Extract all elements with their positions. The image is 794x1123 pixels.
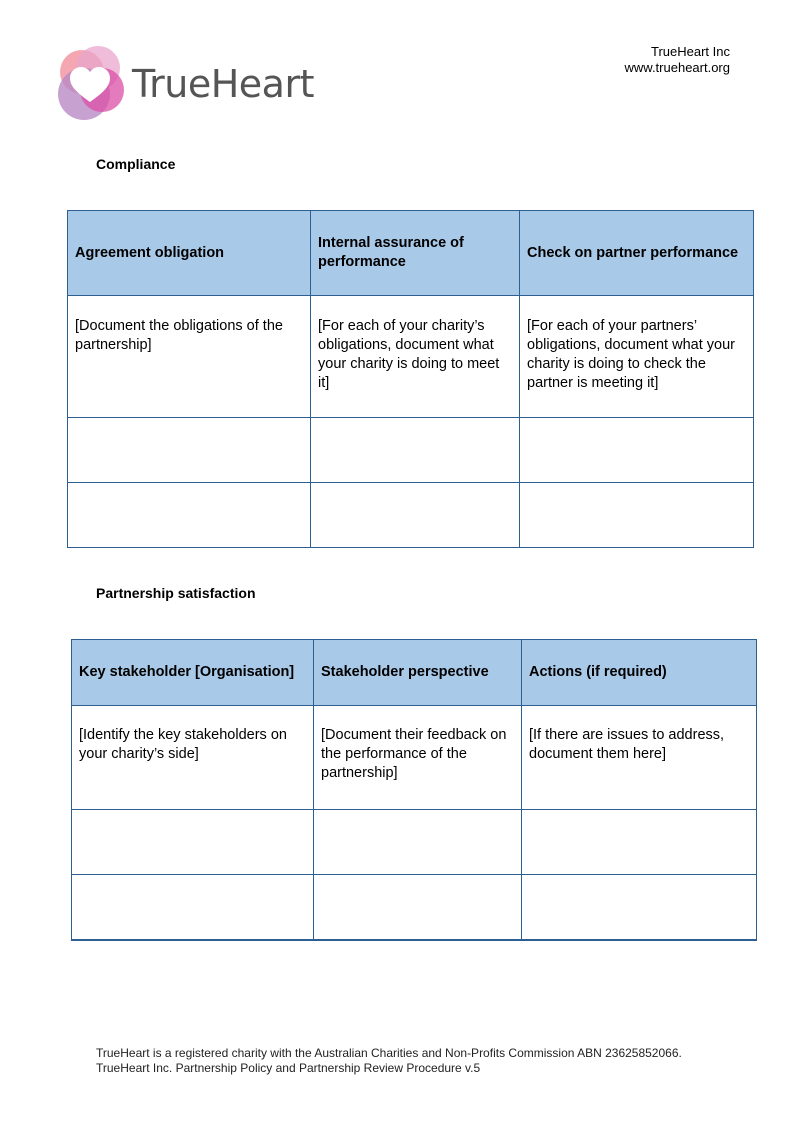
column-header: Internal assurance of performance <box>310 210 520 296</box>
column-header: Actions (if required) <box>521 639 757 706</box>
footer-charity-registration: TrueHeart is a registered charity with t… <box>96 1046 682 1060</box>
table-cell[interactable]: [For each of your partners’ obligations,… <box>519 295 754 418</box>
satisfaction-heading: Partnership satisfaction <box>96 585 256 601</box>
table-header-row: Key stakeholder [Organisation] Stakehold… <box>71 639 757 706</box>
table-cell[interactable] <box>521 874 757 941</box>
table-cell[interactable] <box>67 417 311 483</box>
table-row: [Identify the key stakeholders on your c… <box>71 705 757 810</box>
table-cell[interactable] <box>71 809 314 875</box>
table-cell[interactable] <box>310 482 520 548</box>
trueheart-logo: TrueHeart <box>56 44 326 124</box>
org-website[interactable]: www.trueheart.org <box>625 60 731 76</box>
table-cell[interactable] <box>521 809 757 875</box>
page-footer: TrueHeart is a registered charity with t… <box>96 1046 682 1076</box>
column-header: Check on partner performance <box>519 210 754 296</box>
table-cell[interactable] <box>313 809 522 875</box>
footer-document-title: TrueHeart Inc. Partnership Policy and Pa… <box>96 1061 481 1075</box>
table-cell[interactable] <box>71 874 314 941</box>
table-cell[interactable]: [Identify the key stakeholders on your c… <box>71 705 314 810</box>
satisfaction-table: Key stakeholder [Organisation] Stakehold… <box>71 639 757 941</box>
table-cell[interactable]: [For each of your charity’s obligations,… <box>310 295 520 418</box>
column-header: Key stakeholder [Organisation] <box>71 639 314 706</box>
table-cell[interactable] <box>519 417 754 483</box>
table-cell[interactable] <box>519 482 754 548</box>
table-cell[interactable]: [If there are issues to address, documen… <box>521 705 757 810</box>
table-cell[interactable] <box>313 874 522 941</box>
table-cell[interactable] <box>67 482 311 548</box>
table-cell[interactable] <box>310 417 520 483</box>
org-info: TrueHeart Inc www.trueheart.org <box>625 44 731 76</box>
table-row <box>67 482 754 548</box>
heart-logo-icon <box>58 46 124 120</box>
table-row <box>67 417 754 483</box>
compliance-heading: Compliance <box>96 156 176 172</box>
table-row <box>71 809 757 875</box>
table-row: [Document the obligations of the partner… <box>67 295 754 418</box>
logo-wordmark: TrueHeart <box>132 62 314 106</box>
column-header: Agreement obligation <box>67 210 311 296</box>
table-cell[interactable]: [Document their feedback on the performa… <box>313 705 522 810</box>
table-cell[interactable]: [Document the obligations of the partner… <box>67 295 311 418</box>
org-name: TrueHeart Inc <box>651 44 730 59</box>
column-header: Stakeholder perspective <box>313 639 522 706</box>
table-header-row: Agreement obligation Internal assurance … <box>67 210 754 296</box>
table-row <box>71 874 757 941</box>
compliance-table: Agreement obligation Internal assurance … <box>67 210 754 548</box>
